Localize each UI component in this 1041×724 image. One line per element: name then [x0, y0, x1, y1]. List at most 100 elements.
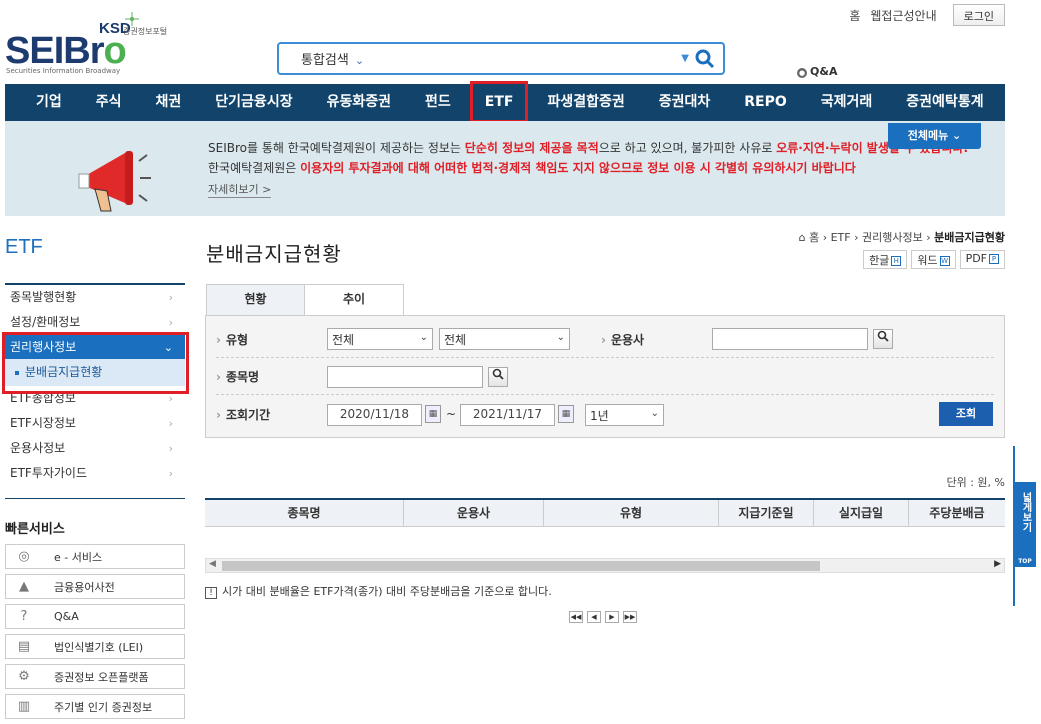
qna-link[interactable]: ● Q&A: [797, 65, 837, 78]
export-pdf-button[interactable]: PDF P: [959, 250, 1005, 269]
period-range-select[interactable]: 1년 ⌄: [585, 404, 664, 426]
start-date-input[interactable]: 2020/11/18: [327, 404, 422, 426]
tab-status[interactable]: 현황: [206, 284, 305, 315]
search-dropdown-icon[interactable]: ▼: [681, 53, 689, 64]
hwp-icon: H: [891, 256, 902, 266]
scrollbar-thumb[interactable]: [222, 561, 820, 571]
gnb-item[interactable]: 국제거래: [804, 84, 890, 121]
quick-eservice-button[interactable]: ◎ e - 서비스: [5, 544, 185, 569]
manager-label: 운용사: [601, 331, 644, 348]
notice-banner: SEIBro를 통해 한국예탁결제원이 제공하는 정보는 단순히 정보의 제공을…: [5, 121, 1005, 216]
end-date-input[interactable]: 2021/11/17: [460, 404, 555, 426]
export-word-button[interactable]: 워드 W: [911, 250, 956, 269]
banner-text: SEIBro를 통해 한국예탁결제원이 제공하는 정보는 단순히 정보의 제공을…: [208, 141, 969, 175]
scroll-left-arrow-icon[interactable]: ◀: [209, 559, 216, 569]
top-button[interactable]: TOP: [1014, 558, 1036, 565]
seibro-logo[interactable]: KSD 증권정보포털 SEIBro Securities Information…: [5, 12, 185, 76]
scroll-right-arrow-icon[interactable]: ▶: [994, 559, 1001, 569]
chevron-down-icon: ⌄: [650, 408, 659, 419]
calendar-icon[interactable]: ▦: [558, 405, 574, 423]
column-header[interactable]: 운용사: [404, 500, 544, 526]
column-header[interactable]: 실지급일: [814, 500, 909, 526]
manager-search-icon[interactable]: [873, 329, 893, 349]
megaphone-icon: [78, 151, 151, 212]
quick-api-button[interactable]: ⚙ 증권정보 오픈플랫폼: [5, 664, 185, 689]
quick-glossary-button[interactable]: ▲ 금융용어사전: [5, 574, 185, 599]
logo-tagline: Securities Information Broadway: [6, 67, 121, 75]
home-icon: ⌂: [798, 231, 806, 244]
period-label: 조회기간: [216, 406, 270, 423]
sidebar-item-guide[interactable]: ETF투자가이드 ›: [5, 461, 185, 486]
wide-view-button[interactable]: 넓게보기 TOP: [1014, 482, 1036, 567]
chevron-right-icon: ›: [168, 442, 173, 455]
sidebar-item-manager[interactable]: 운용사정보 ›: [5, 436, 185, 461]
chevron-right-icon: ›: [168, 291, 173, 304]
breadcrumb: ⌂ 홈 › ETF › 권리행사정보 › 분배금지급현황: [798, 231, 1005, 244]
global-nav: 기업 주식 채권 단기금융시장 유동화증권 펀드 ETF 파생결합증권 증권대차…: [5, 81, 1005, 123]
home-link[interactable]: 홈: [849, 7, 860, 24]
word-icon: W: [939, 256, 950, 266]
globe-icon: ◎: [18, 549, 30, 564]
type-select-2[interactable]: 전체 ⌄: [439, 328, 570, 350]
date-separator: ~: [446, 407, 457, 421]
quick-service-list: ◎ e - 서비스 ▲ 금융용어사전 ? Q&A ▤ 법인식별기호 (LEI) ⚙ 증권정…: [5, 544, 185, 724]
type-select-1[interactable]: 전체 ⌄: [327, 328, 433, 350]
sidebar-item-issuance[interactable]: 종목발행현황 ›: [5, 285, 185, 310]
gnb-item[interactable]: REPO: [727, 84, 804, 121]
gnb-item-etf[interactable]: ETF: [468, 81, 531, 123]
search-submit-button[interactable]: 조회: [939, 402, 993, 426]
unit-label: 단위 : 원, %: [946, 476, 1005, 489]
column-header[interactable]: 지급기준일: [719, 500, 814, 526]
first-page-icon[interactable]: ◀◀: [569, 611, 583, 623]
login-button[interactable]: 로그인: [952, 4, 1005, 26]
pagination: ◀◀ ◀ ▶ ▶▶: [569, 611, 637, 623]
sidebar-title: ETF: [5, 236, 43, 258]
gnb-item[interactable]: 주식: [79, 84, 139, 121]
gnb-item[interactable]: 증권예탁통계: [889, 84, 1000, 121]
gnb-item[interactable]: 파생결합증권: [530, 84, 641, 121]
quick-lei-button[interactable]: ▤ 법인식별기호 (LEI): [5, 634, 185, 659]
prev-page-icon[interactable]: ◀: [587, 611, 601, 623]
gnb-item[interactable]: 단기금융시장: [198, 84, 309, 121]
next-page-icon[interactable]: ▶: [605, 611, 619, 623]
calendar-icon[interactable]: ▦: [425, 405, 441, 423]
sidebar-divider: [5, 498, 185, 499]
chevron-down-icon: ⌄: [419, 332, 428, 343]
quick-popular-button[interactable]: ▥ 주기별 인기 증권정보: [5, 694, 185, 719]
export-buttons: 한글 H 워드 W PDF P: [863, 250, 1005, 269]
gnb-item[interactable]: 유동화증권: [310, 84, 408, 121]
name-input[interactable]: [327, 366, 483, 388]
horizontal-scrollbar[interactable]: ◀ ▶: [205, 558, 1005, 573]
gnb-item[interactable]: 펀드: [408, 84, 468, 121]
sidebar-highlight-box: [2, 332, 189, 394]
last-page-icon[interactable]: ▶▶: [623, 611, 637, 623]
top-utility-links: 홈 웹접근성안내 로그인: [849, 4, 1005, 26]
document-search-icon: ▤: [17, 639, 31, 654]
column-header[interactable]: 종목명: [205, 500, 404, 526]
export-hwp-button[interactable]: 한글 H: [863, 250, 908, 269]
type-label: 유형: [216, 331, 248, 348]
info-icon: !: [205, 587, 217, 599]
banner-more-link[interactable]: 자세히보기 >: [208, 181, 272, 198]
quick-qna-button[interactable]: ? Q&A: [5, 604, 185, 629]
gnb-item[interactable]: 채권: [139, 84, 199, 121]
search-bar: 통합검색 ⌄ ▼: [277, 42, 725, 75]
column-header[interactable]: 유형: [544, 500, 719, 526]
all-menu-button[interactable]: 전체메뉴 ⌄: [888, 123, 981, 149]
gnb-item[interactable]: 증권대차: [642, 84, 728, 121]
form-row-type: 유형 전체⌄ 전체⌄ 운용사: [206, 325, 1004, 361]
search-category-select[interactable]: 통합검색 ⌄: [279, 49, 389, 68]
form-row-name: 종목명: [206, 362, 1004, 398]
search-form: 유형 전체⌄ 전체⌄ 운용사 종목명 조회기간 2020/11/18 ▦ ~ 2…: [205, 315, 1005, 438]
search-icon[interactable]: [695, 49, 715, 69]
gnb-item[interactable]: 기업: [5, 84, 79, 121]
column-header[interactable]: 주당분배금: [909, 500, 1005, 526]
form-row-period: 조회기간 2020/11/18 ▦ ~ 2021/11/17 ▦ 1년⌄: [206, 400, 1004, 436]
question-icon: ?: [20, 609, 28, 624]
name-search-icon[interactable]: [488, 367, 508, 387]
name-label: 종목명: [216, 368, 259, 385]
manager-input[interactable]: [712, 328, 868, 350]
accessibility-link[interactable]: 웹접근성안내: [870, 7, 936, 24]
sidebar-item-etf-market[interactable]: ETF시장정보 ›: [5, 411, 185, 436]
tab-trend[interactable]: 추이: [305, 284, 404, 315]
